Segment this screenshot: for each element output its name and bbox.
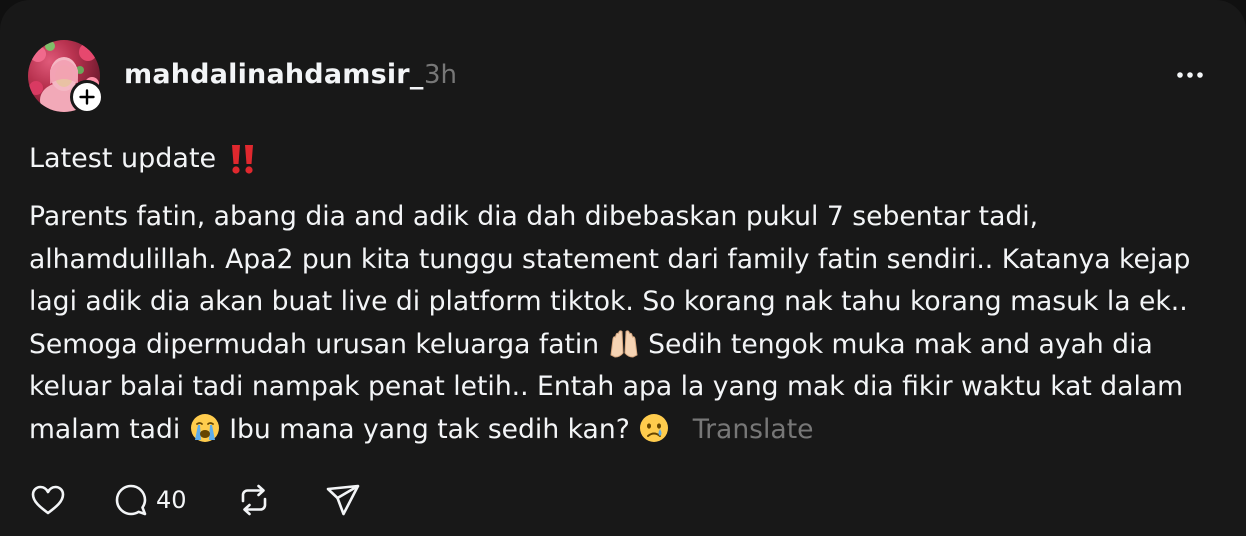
reply-count: 40 xyxy=(156,486,187,514)
post-body-line: Semoga dipermudah urusan keluarga fatin xyxy=(29,328,600,360)
like-button[interactable] xyxy=(30,484,66,516)
post-body-line: Parents fatin, abang dia and adik dia da… xyxy=(29,201,1039,232)
author-avatar-wrap[interactable] xyxy=(28,40,104,114)
plus-icon xyxy=(79,89,95,105)
post-time[interactable]: 3h xyxy=(424,58,457,92)
post-body-line: alhamdulillah. Apa2 pun kita tunggu stat… xyxy=(29,243,1191,275)
follow-button[interactable] xyxy=(70,80,104,114)
more-horizontal-icon xyxy=(1177,72,1203,78)
post-body: Parents fatin, abang dia and adik dia da… xyxy=(29,196,1219,452)
crying-face-icon xyxy=(640,413,669,442)
heart-icon xyxy=(31,485,65,515)
post-body-line: keluar balai tadi nampak penat letih.. E… xyxy=(29,371,1184,403)
post-body-line: Sedih tengok muka mak and ayah dia xyxy=(648,328,1153,360)
more-options-button[interactable] xyxy=(1170,60,1210,90)
repost-button[interactable] xyxy=(237,483,271,517)
author-username[interactable]: mahdalinahdamsir_ xyxy=(124,58,424,92)
post-card: mahdalinahdamsir_ 3h Latest update Paren… xyxy=(0,0,1246,536)
double-exclamation-icon xyxy=(230,142,256,176)
post-actions: 40 xyxy=(30,480,361,520)
post-body-line: lagi adik dia akan buat live di platform… xyxy=(29,286,1188,318)
post-headline-row: Latest update xyxy=(29,140,256,178)
post-headline: Latest update xyxy=(29,143,217,174)
post-body-line: malam tadi xyxy=(29,413,181,445)
loudly-crying-face-icon xyxy=(190,413,219,442)
comment-icon xyxy=(115,484,147,516)
raised-hands-icon xyxy=(610,330,638,358)
post-body-line: Ibu mana yang tak sedih kan? xyxy=(229,413,630,445)
send-icon xyxy=(326,484,359,516)
reply-button[interactable]: 40 xyxy=(114,483,187,517)
share-button[interactable] xyxy=(325,483,361,517)
repost-icon xyxy=(241,484,266,516)
translate-link[interactable]: Translate xyxy=(693,414,814,445)
